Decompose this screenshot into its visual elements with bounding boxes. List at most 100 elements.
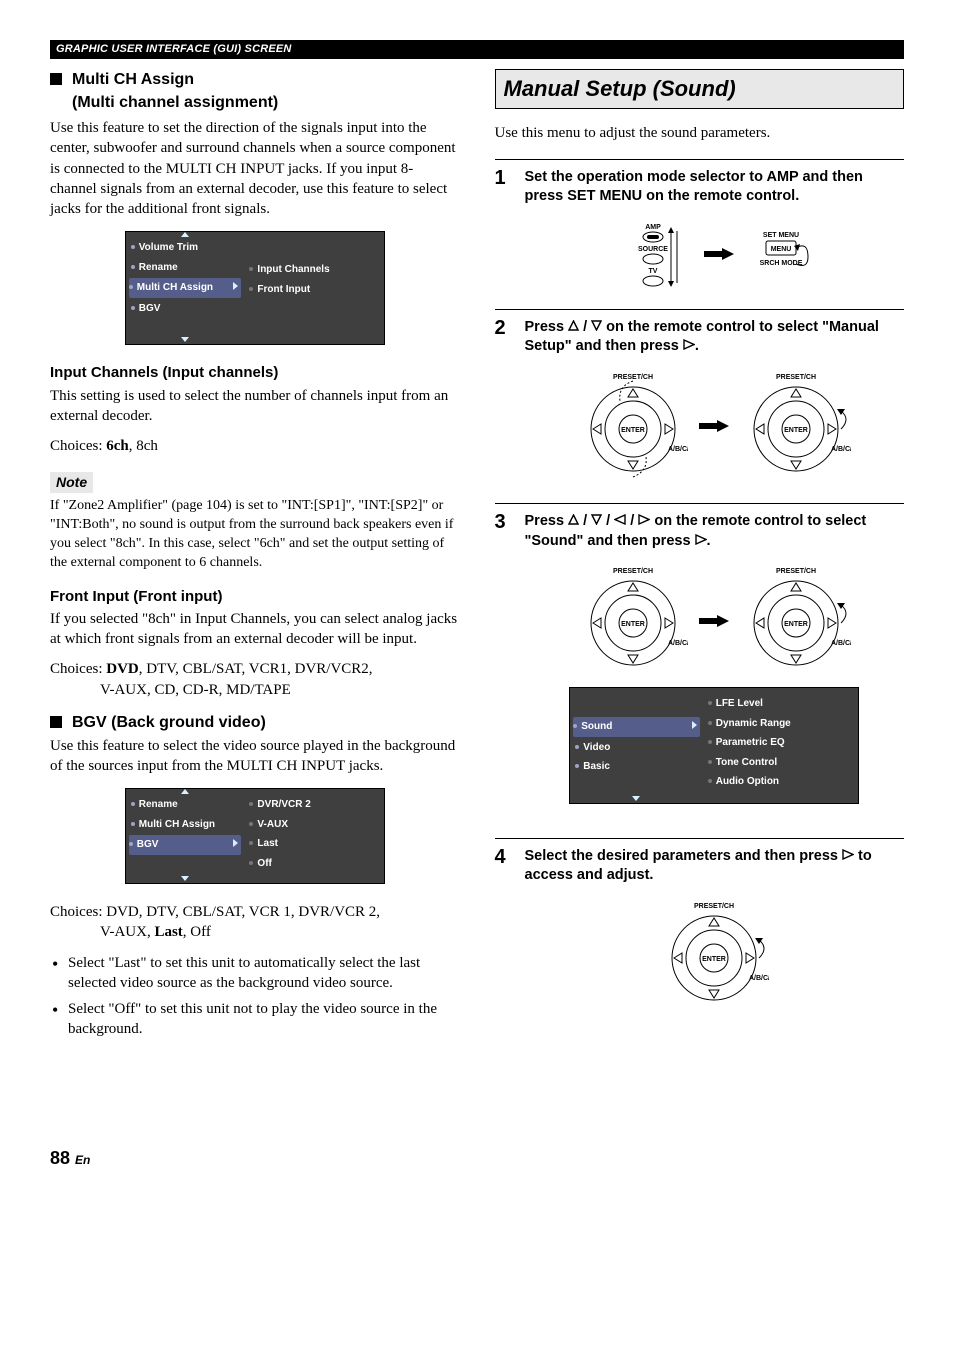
menu-item: Rename xyxy=(131,258,240,278)
svg-text:ENTER: ENTER xyxy=(621,427,645,434)
nav-pad-figure: PRESET/CH ENTER A/B/C/D/E xyxy=(525,565,905,675)
note-label: Note xyxy=(50,472,93,493)
page-num-suffix: En xyxy=(75,1153,90,1167)
menu-subitem: DVR/VCR 2 xyxy=(249,795,378,815)
svg-text:PRESET/CH: PRESET/CH xyxy=(776,374,816,381)
menu-subitem: Tone Control xyxy=(708,753,854,773)
front-input-choices: Choices: DVD, DTV, CBL/SAT, VCR1, DVR/VC… xyxy=(50,659,460,700)
front-input-text: If you selected "8ch" in Input Channels,… xyxy=(50,609,460,650)
down-icon xyxy=(591,320,602,331)
step-text: Press / / / on the remote control to sel… xyxy=(525,512,905,551)
step-2: 2 Press / on the remote control to selec… xyxy=(495,309,905,487)
section-title: Manual Setup (Sound) xyxy=(504,74,896,104)
svg-text:A/B/C/D/E: A/B/C/D/E xyxy=(831,640,851,647)
nav-pad-figure: PRESET/CH ENTER A/B/C/D/E xyxy=(525,900,905,1010)
choices-prefix: Choices: xyxy=(50,661,106,677)
left-icon xyxy=(614,514,626,525)
down-icon xyxy=(591,514,602,525)
menu-subitem: Input Channels xyxy=(249,260,378,280)
input-channels-choices: Choices: 6ch, 8ch xyxy=(50,436,460,456)
manual-setup-intro: Use this menu to adjust the sound parame… xyxy=(495,123,905,143)
menu-subitem: Last xyxy=(249,834,378,854)
up-icon xyxy=(568,320,579,331)
bgv-choices: Choices: DVD, DTV, CBL/SAT, VCR 1, DVR/V… xyxy=(50,902,460,943)
svg-text:ENTER: ENTER xyxy=(784,621,808,628)
note-text: If "Zone2 Amplifier" (page 104) is set t… xyxy=(50,497,460,573)
right-column: Manual Setup (Sound) Use this menu to ad… xyxy=(495,69,905,1046)
header-section-label: GRAPHIC USER INTERFACE (GUI) SCREEN xyxy=(50,40,904,59)
menu-item: BGV xyxy=(131,299,240,319)
choices-rest: , DTV, CBL/SAT, VCR1, DVR/VCR2, xyxy=(139,661,373,677)
title-text: BGV (Back ground video) xyxy=(72,712,266,734)
gui-menu-bgv: Rename Multi CH Assign BGV DVR/VCR 2 V-A… xyxy=(125,788,385,884)
svg-text:PRESET/CH: PRESET/CH xyxy=(694,903,734,910)
choices-line2-pre: V-AUX, xyxy=(100,924,154,940)
menu-subitem: Dynamic Range xyxy=(708,714,854,734)
text-part: . xyxy=(695,338,699,354)
svg-text:MENU: MENU xyxy=(771,246,792,253)
choices-prefix: Choices: xyxy=(50,438,106,454)
input-channels-heading: Input Channels (Input channels) xyxy=(50,363,460,383)
menu-subitem: Audio Option xyxy=(708,772,854,792)
svg-text:AMP: AMP xyxy=(645,224,661,231)
step-number: 2 xyxy=(495,318,513,487)
menu-item: Multi CH Assign xyxy=(131,815,240,835)
multi-ch-intro: Use this feature to set the direction of… xyxy=(50,118,460,219)
svg-text:ENTER: ENTER xyxy=(784,427,808,434)
svg-text:TV: TV xyxy=(648,268,657,275)
choices-default: 6ch xyxy=(106,438,129,454)
menu-item: Video xyxy=(575,738,697,758)
choices-default: Last xyxy=(154,924,182,940)
page-num-value: 88 xyxy=(50,1148,70,1168)
step-number: 3 xyxy=(495,512,513,822)
svg-text:SOURCE: SOURCE xyxy=(638,246,668,253)
step-3: 3 Press / / / on the remote control to s… xyxy=(495,503,905,822)
bgv-title: BGV (Back ground video) xyxy=(50,712,460,734)
text-part: . xyxy=(707,533,711,549)
input-channels-text: This setting is used to select the numbe… xyxy=(50,386,460,427)
menu-subitem: Off xyxy=(249,854,378,874)
gui-menu-multi-ch: Volume Trim Rename Multi CH Assign BGV I… xyxy=(125,231,385,345)
multi-ch-assign-title: Multi CH Assign xyxy=(50,69,460,91)
text-part: Press xyxy=(525,319,569,335)
step-text: Set the operation mode selector to AMP a… xyxy=(525,168,905,207)
svg-text:A/B/C/D/E: A/B/C/D/E xyxy=(668,640,688,647)
square-bullet-icon xyxy=(50,716,62,728)
left-column: Multi CH Assign (Multi channel assignmen… xyxy=(50,69,460,1046)
svg-text:SET MENU: SET MENU xyxy=(763,232,799,239)
choices-line1: Choices: DVD, DTV, CBL/SAT, VCR 1, DVR/V… xyxy=(50,904,380,920)
choices-line2-post: , Off xyxy=(183,924,211,940)
step-text: Select the desired parameters and then p… xyxy=(525,847,905,886)
multi-ch-assign-subtitle: (Multi channel assignment) xyxy=(72,92,460,114)
svg-text:SRCH MODE: SRCH MODE xyxy=(760,260,803,267)
svg-text:PRESET/CH: PRESET/CH xyxy=(612,374,652,381)
step-1: 1 Set the operation mode selector to AMP… xyxy=(495,159,905,293)
menu-item-selected: BGV xyxy=(129,835,242,855)
step-text: Press / on the remote control to select … xyxy=(525,318,905,357)
bgv-intro: Use this feature to select the video sou… xyxy=(50,736,460,777)
svg-text:PRESET/CH: PRESET/CH xyxy=(776,568,816,575)
square-bullet-icon xyxy=(50,73,62,85)
step-number: 4 xyxy=(495,847,513,1016)
svg-text:A/B/C/D/E: A/B/C/D/E xyxy=(749,975,769,982)
gui-menu-sound: Sound Video Basic LFE Level Dynamic Rang… xyxy=(569,687,859,804)
svg-text:PRESET/CH: PRESET/CH xyxy=(612,568,652,575)
menu-subitem: Parametric EQ xyxy=(708,733,854,753)
page-number: 88 En xyxy=(50,1146,904,1170)
menu-item: Basic xyxy=(575,757,697,777)
manual-setup-header: Manual Setup (Sound) xyxy=(495,69,905,109)
svg-text:ENTER: ENTER xyxy=(621,621,645,628)
menu-subitem: V-AUX xyxy=(249,815,378,835)
up-icon xyxy=(568,514,579,525)
menu-item: Rename xyxy=(131,795,240,815)
step-4: 4 Select the desired parameters and then… xyxy=(495,838,905,1016)
list-item: Select "Off" to set this unit not to pla… xyxy=(50,999,460,1040)
title-text: Multi CH Assign xyxy=(72,69,194,91)
choices-line2: V-AUX, CD, CD-R, MD/TAPE xyxy=(50,680,460,700)
right-icon xyxy=(842,849,854,860)
menu-item: Volume Trim xyxy=(131,238,240,258)
list-item: Select "Last" to set this unit to automa… xyxy=(50,953,460,994)
menu-item-selected: Sound xyxy=(573,717,699,737)
menu-item-selected: Multi CH Assign xyxy=(129,278,242,298)
menu-subitem: LFE Level xyxy=(708,694,854,714)
